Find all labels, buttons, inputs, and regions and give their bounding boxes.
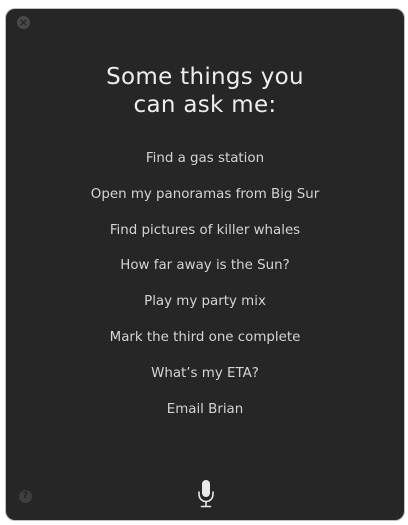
suggestion-item[interactable]: What’s my ETA? xyxy=(6,364,404,400)
title-line-2: can ask me: xyxy=(133,92,277,118)
question-icon: ? xyxy=(22,491,29,501)
title-line-1: Some things you xyxy=(106,64,304,90)
suggestion-item[interactable]: Email Brian xyxy=(6,400,404,436)
suggestion-item[interactable]: Mark the third one complete xyxy=(6,328,404,364)
close-button[interactable] xyxy=(17,16,30,29)
close-icon xyxy=(20,19,27,26)
suggestion-item[interactable]: Play my party mix xyxy=(6,292,404,328)
suggestion-item[interactable]: Open my panoramas from Big Sur xyxy=(6,185,404,221)
suggestion-item[interactable]: Find pictures of killer whales xyxy=(6,221,404,257)
siri-panel: Some things you can ask me: Find a gas s… xyxy=(6,9,404,520)
help-button[interactable]: ? xyxy=(19,490,32,503)
page-title: Some things you can ask me: xyxy=(6,63,404,119)
suggestion-item[interactable]: How far away is the Sun? xyxy=(6,256,404,292)
microphone-icon xyxy=(197,479,215,511)
suggestion-item[interactable]: Find a gas station xyxy=(6,149,404,185)
suggestion-list: Find a gas station Open my panoramas fro… xyxy=(6,149,404,435)
microphone-button[interactable] xyxy=(197,479,215,511)
